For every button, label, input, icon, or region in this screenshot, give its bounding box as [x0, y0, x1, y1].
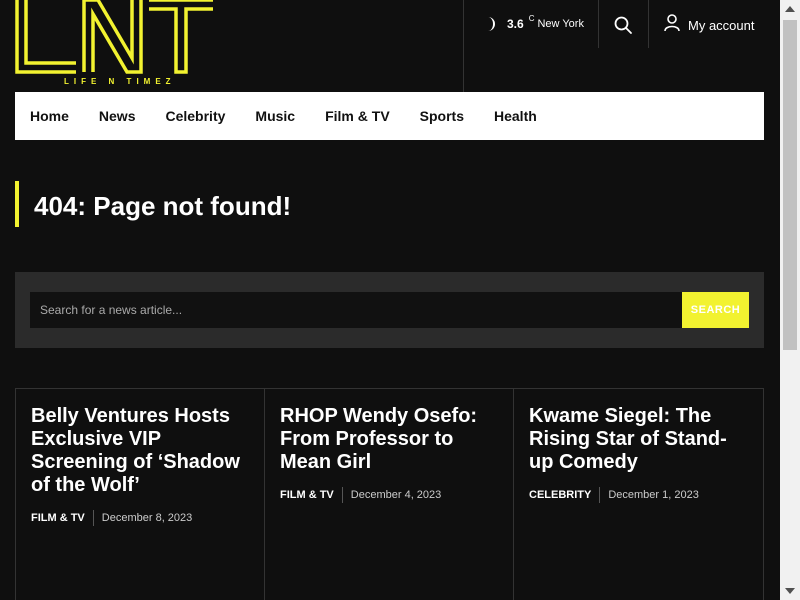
main-navigation: Home News Celebrity Music Film & TV Spor…	[15, 92, 764, 140]
nav-item-health[interactable]: Health	[479, 108, 552, 124]
search-panel: SEARCH	[15, 272, 764, 348]
article-title[interactable]: RHOP Wendy Osefo: From Professor to Mean…	[280, 405, 498, 474]
my-account-button[interactable]: My account	[664, 14, 754, 37]
article-card: Kwame Siegel: The Rising Star of Stand-u…	[514, 389, 763, 600]
site-logo[interactable]: LIFE N TIMEZ	[14, 0, 218, 92]
scroll-down-icon[interactable]	[785, 588, 795, 594]
my-account-label: My account	[688, 18, 755, 33]
article-title[interactable]: Belly Ventures Hosts Exclusive VIP Scree…	[31, 405, 249, 497]
article-date: December 4, 2023	[350, 489, 442, 501]
logo-lettering	[15, 0, 213, 74]
article-category[interactable]: FILM & TV	[280, 489, 334, 501]
search-icon[interactable]	[613, 15, 633, 35]
article-list: Belly Ventures Hosts Exclusive VIP Scree…	[15, 388, 764, 600]
article-card: RHOP Wendy Osefo: From Professor to Mean…	[265, 389, 514, 600]
nav-item-sports[interactable]: Sports	[405, 108, 479, 124]
nav-item-news[interactable]: News	[84, 108, 151, 124]
article-category[interactable]: FILM & TV	[31, 512, 85, 524]
nav-item-celebrity[interactable]: Celebrity	[150, 108, 240, 124]
nav-item-film-tv[interactable]: Film & TV	[310, 108, 405, 124]
site-header: LIFE N TIMEZ 3.6 C New York My account	[0, 0, 780, 92]
logo-tagline: LIFE N TIMEZ	[64, 77, 176, 86]
search-input[interactable]	[30, 292, 682, 328]
article-meta: FILM & TV December 8, 2023	[31, 510, 249, 526]
meta-divider	[341, 487, 343, 503]
weather-city: New York	[537, 18, 584, 30]
article-title[interactable]: Kwame Siegel: The Rising Star of Stand-u…	[529, 405, 748, 474]
article-meta: CELEBRITY December 1, 2023	[529, 487, 748, 503]
scroll-up-icon[interactable]	[785, 6, 795, 12]
article-card: Belly Ventures Hosts Exclusive VIP Scree…	[16, 389, 265, 600]
user-icon	[664, 14, 680, 37]
title-accent-bar	[15, 181, 19, 227]
article-category[interactable]: CELEBRITY	[529, 489, 591, 501]
weather-unit: C	[528, 13, 535, 23]
weather-temperature: 3.6	[507, 17, 524, 31]
header-separator	[648, 0, 649, 48]
search-button[interactable]: SEARCH	[682, 292, 749, 328]
moon-icon	[482, 16, 498, 32]
article-date: December 8, 2023	[101, 512, 193, 524]
meta-divider	[92, 510, 94, 526]
nav-item-music[interactable]: Music	[240, 108, 310, 124]
header-divider	[463, 0, 464, 92]
page-title: 404: Page not found!	[34, 191, 292, 221]
vertical-scrollbar[interactable]	[780, 0, 800, 600]
nav-item-home[interactable]: Home	[15, 108, 84, 124]
scrollbar-thumb[interactable]	[783, 20, 797, 350]
article-meta: FILM & TV December 4, 2023	[280, 487, 498, 503]
header-separator	[598, 0, 599, 48]
meta-divider	[599, 487, 601, 503]
article-date: December 1, 2023	[608, 489, 699, 501]
weather-widget: 3.6 C New York	[482, 12, 584, 36]
